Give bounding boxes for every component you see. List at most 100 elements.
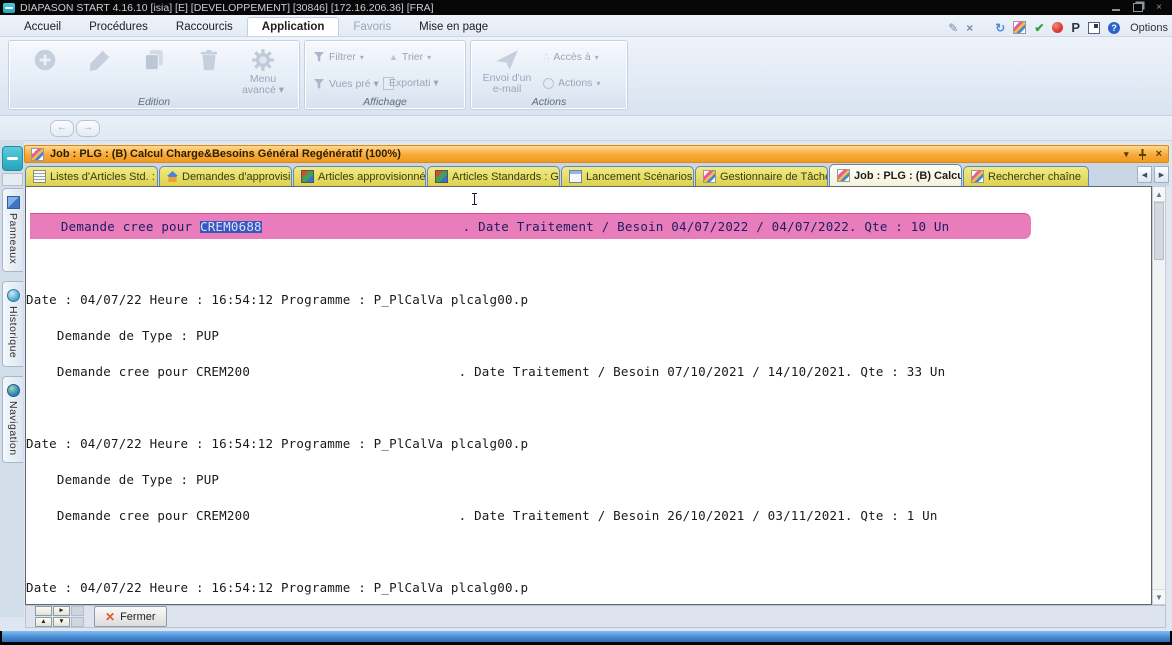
validate-icon[interactable]: ✔ [1034,22,1044,34]
new-window-icon[interactable] [1088,21,1101,34]
ribbon-tab[interactable]: Mise en page [405,18,502,36]
vertical-scrollbar[interactable]: ▲ ▼ [1152,186,1166,605]
document-tab-label: Listes d'Articles Std. : L... [50,170,157,183]
application-window: DIAPASON START 4.16.10 [isia] [E] [DEVEL… [0,0,1172,642]
log-entry-request: Demande cree pour CREM200 . Date Traitem… [26,364,946,379]
p-icon[interactable]: P [1071,21,1080,34]
document-tab-label: Job : PLG : (B) Calcul ... [854,169,961,182]
document-tab-label: Lancement Scénarios ... [586,170,694,183]
document-tab[interactable]: Rechercher chaîne [963,166,1089,186]
document-tab[interactable]: Listes d'Articles Std. : L... [25,166,158,186]
back-arrow-button[interactable]: ← [50,120,74,137]
ribbon-tab[interactable]: Procédures [75,18,162,36]
close-x-icon: ✕ [105,609,116,624]
text-cursor [472,193,477,205]
cancel-icon[interactable]: × [966,22,973,34]
options-button[interactable]: Options [1130,22,1168,34]
delete-button[interactable] [187,47,231,73]
hierarchy-icon: ∴ [543,51,550,63]
add-button[interactable] [23,47,67,73]
pin-icon[interactable] [1138,148,1147,160]
log-viewer[interactable]: Demande cree pour CREM0688 . Date Traite… [25,186,1152,605]
tab-scroll-right-button[interactable]: ▶ [1154,166,1169,183]
document-tab[interactable]: Articles Standards : Ge... [427,166,560,186]
filter-icon [314,52,324,62]
acces-a-button[interactable]: ∴ Accès à ▾ [543,51,600,63]
highlighted-log-line[interactable]: Demande cree pour CREM0688 . Date Traite… [30,213,1031,239]
document-tab-strip: Listes d'Articles Std. : L... Demandes d… [24,163,1169,186]
ribbon-tab[interactable]: Application [246,17,340,36]
document-tab-icon [435,170,448,183]
fermer-button[interactable]: ✕ Fermer [94,606,167,627]
ribbon-tab-label: Accueil [24,21,62,33]
restore-button[interactable] [1133,3,1144,12]
document-tab-icon [837,169,850,182]
group-label-affichage: Affichage [363,96,407,108]
vues-pre-button[interactable]: Vues pré ▾ [313,77,394,90]
side-tab-icon [6,383,20,397]
tab-scroll-left-button[interactable]: ◀ [1137,166,1152,183]
trier-button[interactable]: ▲ Trier ▾ [389,51,439,63]
trash-icon [200,50,217,71]
ribbon-tab[interactable]: Favoris [339,18,405,36]
chevron-down-icon[interactable]: ▾ [1124,149,1129,160]
quick-access-icons: ✎ × ↻ ✔ P ? Options [948,21,1172,36]
document-tab[interactable]: Job : PLG : (B) Calcul ... [829,164,962,186]
document-tab[interactable]: Lancement Scénarios ... [561,166,694,186]
close-document-icon[interactable]: × [1156,148,1162,160]
side-tab[interactable]: Historique [2,281,23,367]
pager-first-button[interactable] [35,606,52,616]
side-tab[interactable]: Panneaux [2,188,23,273]
document-tab-label: Rechercher chaîne [988,170,1081,183]
scrollbar-thumb[interactable] [1154,202,1164,260]
side-tab[interactable]: Navigation [2,375,23,464]
refresh-icon[interactable]: ↻ [995,22,1005,34]
record-icon[interactable] [1052,22,1064,33]
edit-button[interactable] [78,47,122,73]
document-tab-icon [33,170,46,183]
copy-button[interactable] [132,47,176,73]
scroll-down-icon[interactable]: ▼ [1153,589,1165,604]
exportation-button[interactable]: Exportati ▾ [389,77,439,89]
forward-arrow-button[interactable]: → [76,120,100,137]
menu-avance-button[interactable]: Menu avancé ▾ [241,47,285,96]
ribbon-tab-label: Favoris [353,21,392,33]
notes-icon[interactable] [1013,21,1027,34]
chevron-down-icon: ▾ [594,52,599,62]
ribbon-tab[interactable]: Raccourcis [162,18,247,36]
filtrer-button[interactable]: Filtrer ▾ [313,51,394,63]
ribbon-group-actions: Envoi d'un e-mail ∴ Accès à ▾ Actions ▾ … [470,40,628,110]
pager-up-button[interactable]: ▲ [35,617,52,627]
paper-plane-icon [496,50,518,70]
document-tab[interactable]: Articles approvisionnés [293,166,426,186]
scroll-up-icon[interactable]: ▲ [1153,187,1165,202]
ribbon-tab-label: Raccourcis [175,21,233,33]
log-entry: Date : 04/07/22 Heure : 16:54:12 Program… [26,270,1151,402]
pager-spacer [71,606,84,616]
pager-spacer [71,617,84,627]
pager-next-button[interactable]: ► [53,606,70,616]
document-tab-icon [167,171,178,182]
rail-mini-button[interactable] [2,173,23,186]
document-tab[interactable]: Demandes d'approvisi... [159,166,292,186]
envoi-email-button[interactable]: Envoi d'un e-mail [481,47,533,95]
window-controls: × [1112,2,1162,13]
help-icon[interactable]: ? [1108,21,1121,34]
ribbon-tab[interactable]: Accueil [10,18,75,36]
document-tab[interactable]: Gestionnaire de Tâche... [695,166,828,186]
collapse-panel-button[interactable] [2,146,23,171]
close-button[interactable]: × [1156,2,1162,13]
app-icon [3,2,15,13]
edit-icon[interactable]: ✎ [948,22,958,34]
filter-icon [314,78,324,89]
side-tab-label: Panneaux [7,213,19,265]
pager-down-button[interactable]: ▼ [53,617,70,627]
circle-icon [543,77,554,89]
side-tab-label: Historique [7,306,19,359]
document-tab-icon [301,170,314,183]
document-tab-label: Articles Standards : Ge... [452,170,559,183]
log-entry-type: Demande de Type : PUP [26,328,220,343]
log-entry-header: Date : 04/07/22 Heure : 16:54:12 Program… [26,580,529,595]
actions-menu-button[interactable]: Actions ▾ [543,77,600,89]
minimize-button[interactable] [1112,9,1121,11]
